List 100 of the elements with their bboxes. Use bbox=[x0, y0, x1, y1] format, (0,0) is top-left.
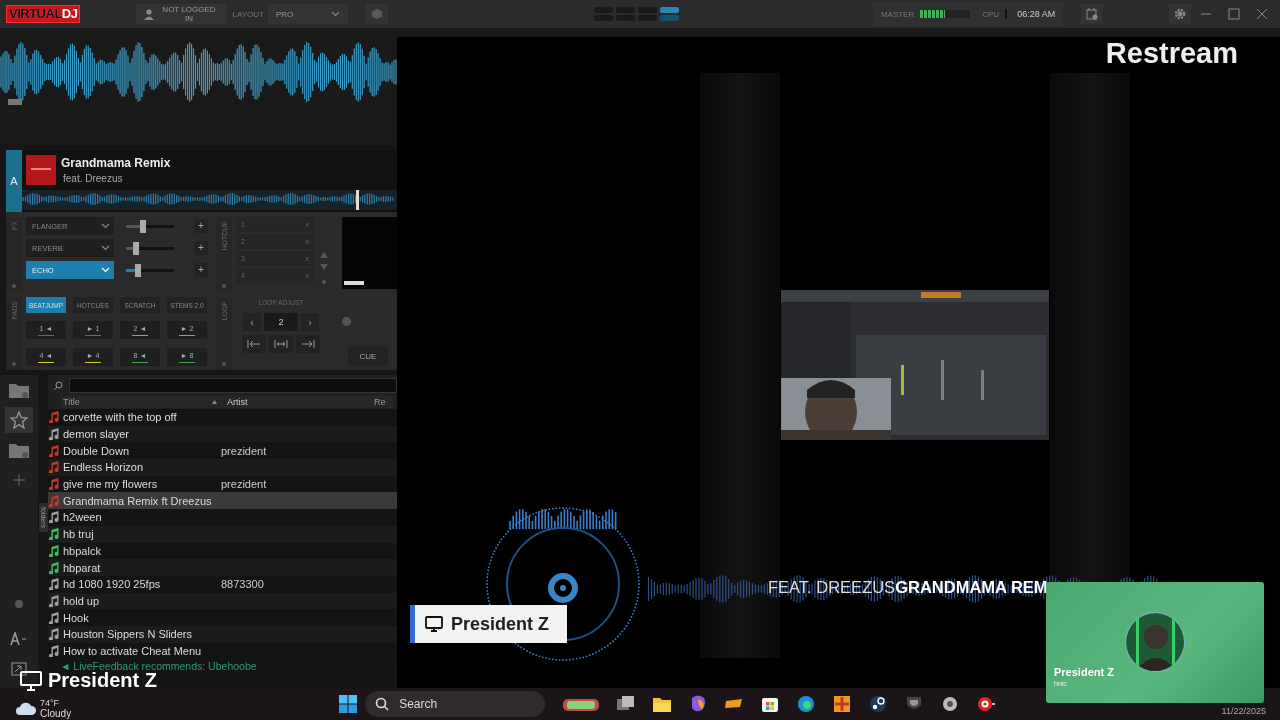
close-icon bbox=[1256, 8, 1268, 20]
led-dot bbox=[12, 362, 16, 366]
led-dot bbox=[322, 280, 326, 284]
cloud-icon bbox=[16, 701, 36, 715]
track-title: Grandmama Remix bbox=[61, 156, 171, 170]
weather-widget[interactable]: 74°F Cloudy bbox=[16, 697, 72, 719]
browser-swirl-icon bbox=[797, 695, 816, 713]
arrow-to-bar-icon bbox=[247, 340, 261, 348]
column-header[interactable]: Re bbox=[371, 396, 393, 408]
track-row[interactable]: hbparat bbox=[48, 559, 397, 576]
led-dot bbox=[222, 284, 226, 288]
master-label: MASTER bbox=[880, 9, 915, 19]
sort-arrow-icon bbox=[212, 400, 217, 404]
settings-button[interactable] bbox=[1169, 4, 1192, 24]
double-arrow-icon bbox=[274, 340, 288, 348]
taskbar-search[interactable]: Search bbox=[365, 691, 546, 717]
cue-button[interactable]: CUE bbox=[348, 346, 388, 366]
track-title-cell-text: hd 1080 1920 25fps bbox=[62, 578, 162, 591]
weather-condition: Cloudy bbox=[40, 707, 72, 719]
search-icon bbox=[375, 697, 390, 711]
chevron-down-icon bbox=[330, 11, 340, 17]
track-artist-cell-text: prezident bbox=[221, 444, 268, 457]
guest-name: President Z bbox=[1054, 666, 1115, 678]
column-header[interactable]: Artist bbox=[221, 396, 371, 408]
add-button[interactable]: + bbox=[194, 263, 208, 277]
colorful-swirl-icon bbox=[689, 695, 708, 713]
cpu-label: CPU bbox=[982, 9, 1000, 19]
track-title-cell-text: Grandmama Remix ft Dreezus bbox=[62, 494, 213, 507]
track-title-cell-text: Double Down bbox=[62, 444, 131, 457]
track-title-cell-text: Houston Sippers N Sliders bbox=[62, 628, 193, 641]
track-title-cell-text: hb truj bbox=[62, 528, 95, 541]
track-title-cell-text: hbpalck bbox=[62, 544, 102, 557]
track-title-cell-text: h2ween bbox=[62, 511, 103, 524]
arrow-to-bar-icon bbox=[301, 340, 315, 348]
track-title-cell-text: corvette with the top off bbox=[62, 411, 178, 424]
slider-thumb[interactable] bbox=[132, 241, 139, 255]
slider-thumb[interactable] bbox=[139, 219, 146, 233]
track-artist: feat. Dreezus bbox=[63, 173, 124, 184]
date: 11/22/2025 bbox=[1221, 706, 1266, 716]
logo: VIRTUALDJ bbox=[6, 5, 81, 23]
search-field[interactable]: Search bbox=[397, 696, 528, 712]
slider-thumb[interactable] bbox=[135, 263, 141, 277]
previous-button[interactable]: ‹ bbox=[243, 313, 261, 331]
next-button[interactable]: › bbox=[301, 313, 319, 331]
loop-size-display: 2 bbox=[264, 313, 298, 331]
target-icon bbox=[977, 695, 996, 713]
clock: 06:28 AM bbox=[1017, 9, 1056, 19]
maximize-icon bbox=[1228, 8, 1240, 20]
track-row[interactable]: Grandmama Remix ft Dreezus bbox=[48, 492, 397, 510]
song-title: GRANDMAMA REM bbox=[895, 578, 1048, 597]
windows-icon bbox=[339, 695, 358, 713]
calendar-button[interactable] bbox=[1081, 4, 1104, 24]
up-down-arrows-icon bbox=[320, 252, 328, 270]
track-title-cell-text: How to activate Cheat Menu bbox=[62, 644, 203, 657]
track-artist-cell-text: 8873300 bbox=[221, 578, 265, 591]
effect-slider[interactable] bbox=[126, 241, 174, 255]
chevron-down-icon bbox=[101, 245, 110, 251]
loop-button[interactable] bbox=[269, 335, 293, 353]
deck-letter: A bbox=[6, 150, 22, 212]
add-button[interactable]: + bbox=[194, 219, 208, 233]
track-artist-cell-text: prezident bbox=[221, 478, 268, 491]
track-title-cell-text: Endless Horizon bbox=[62, 461, 145, 474]
brand-logo: Restream bbox=[1105, 37, 1238, 70]
jump-forward-button[interactable] bbox=[296, 335, 320, 353]
led-dot bbox=[222, 362, 226, 366]
track-title-cell-text: hold up bbox=[62, 594, 101, 607]
toggle-dot[interactable] bbox=[15, 600, 23, 608]
account-button[interactable]: NOT LOGGED IN bbox=[136, 4, 227, 24]
chevron-down-icon bbox=[101, 267, 110, 273]
track-title-cell-text: demon slayer bbox=[62, 428, 131, 441]
favorites-button[interactable] bbox=[5, 407, 33, 433]
track-title-cell-text: Hook bbox=[62, 611, 90, 624]
layout-preset-button[interactable] bbox=[659, 7, 679, 21]
playhead[interactable] bbox=[355, 190, 359, 210]
effect-slider[interactable] bbox=[126, 263, 174, 277]
font-size-icon bbox=[10, 632, 28, 646]
search-field[interactable] bbox=[69, 377, 397, 393]
store-icon bbox=[761, 695, 780, 713]
add-button[interactable]: + bbox=[194, 241, 208, 255]
settings-icon bbox=[1174, 8, 1187, 20]
effect-slider[interactable] bbox=[126, 219, 174, 233]
close-button[interactable] bbox=[1254, 6, 1270, 22]
track-title-cell-text: hbparat bbox=[62, 561, 102, 574]
featuring-text: FEAT. DREEZUS bbox=[768, 578, 896, 597]
folder-icon bbox=[653, 695, 672, 713]
cross-icon bbox=[833, 695, 852, 713]
cube-icon bbox=[371, 9, 382, 19]
folder-icon bbox=[9, 442, 29, 458]
steam-icon bbox=[869, 695, 888, 713]
layout-dropdown[interactable]: PRO bbox=[267, 4, 348, 24]
monitor-icon bbox=[425, 616, 443, 632]
column-header[interactable]: Title bbox=[61, 396, 221, 408]
track-row[interactable]: Endless Horizon bbox=[48, 459, 397, 476]
folder-icon bbox=[9, 382, 29, 398]
chevron-down-icon bbox=[101, 223, 110, 229]
jump-back-button[interactable] bbox=[242, 335, 266, 353]
star-icon bbox=[10, 411, 28, 429]
user-icon bbox=[144, 8, 155, 20]
track-title-cell-text: give me my flowers bbox=[62, 478, 159, 491]
gear-cluster-icon bbox=[941, 695, 960, 713]
